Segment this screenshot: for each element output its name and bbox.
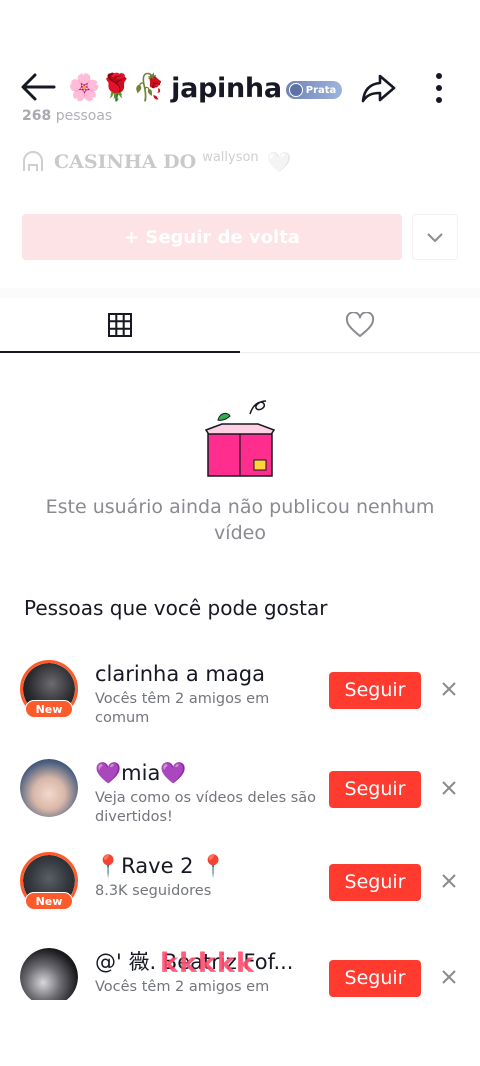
- overlay-watermark-text: kkkkk: [160, 948, 255, 979]
- badge-label: Prata: [305, 84, 337, 96]
- back-arrow-icon[interactable]: [18, 70, 58, 104]
- avatar[interactable]: [20, 759, 78, 817]
- close-icon[interactable]: [440, 779, 458, 797]
- bio-superscript: wallyson: [202, 149, 259, 165]
- followers-number: 268: [22, 108, 52, 124]
- new-badge: New: [25, 892, 73, 910]
- house-icon: [23, 151, 43, 171]
- avatar[interactable]: [20, 948, 78, 1006]
- close-icon[interactable]: [440, 680, 458, 698]
- follow-button[interactable]: Seguir: [329, 864, 421, 901]
- suggestion-reason: Vocês têm 2 amigos em: [95, 979, 270, 995]
- close-icon[interactable]: [440, 872, 458, 890]
- followers-label: pessoas: [55, 108, 113, 124]
- follow-button[interactable]: Seguir: [329, 960, 421, 997]
- suggestion-name[interactable]: 📍Rave 2 📍: [95, 852, 323, 880]
- suggestion-item[interactable]: New clarinha a maga Vocês têm 2 amigos e…: [0, 660, 480, 740]
- badge-icon: [288, 83, 303, 97]
- profile-title: 🌸🌹🥀 japinha Prata: [68, 70, 343, 106]
- follow-back-button[interactable]: + Seguir de volta: [22, 214, 402, 260]
- bio: CASINHA DO wallyson 🤍: [22, 150, 292, 174]
- bottom-blank-area: [0, 1000, 480, 1066]
- title-emojis: 🌸🌹🥀: [68, 73, 166, 103]
- grid-icon: [108, 313, 132, 337]
- tab-liked[interactable]: [240, 298, 480, 352]
- suggestion-name[interactable]: clarinha a maga: [95, 660, 323, 688]
- heart-outline-icon: [345, 312, 375, 337]
- empty-state-text: Este usuário ainda não publicou nenhum v…: [45, 496, 435, 544]
- profile-tabs: [0, 298, 480, 353]
- silver-badge[interactable]: Prata: [285, 81, 343, 99]
- followers-count[interactable]: 268 pessoas: [22, 108, 112, 124]
- more-options-icon[interactable]: [424, 70, 454, 106]
- tab-videos[interactable]: [0, 298, 240, 353]
- chevron-down-icon: [427, 233, 443, 243]
- share-icon[interactable]: [358, 70, 398, 106]
- follow-button[interactable]: Seguir: [329, 771, 421, 808]
- section-divider: [0, 288, 480, 298]
- suggestion-reason: Veja como os vídeos deles são divertidos…: [95, 790, 317, 825]
- suggested-dropdown-button[interactable]: [412, 214, 458, 260]
- suggestion-name[interactable]: 💜mia💜: [95, 759, 323, 787]
- white-heart-emoji: 🤍: [266, 150, 292, 174]
- close-icon[interactable]: [440, 968, 458, 986]
- bio-text: CASINHA DO: [54, 151, 197, 173]
- suggestion-reason: 8.3K seguidores: [95, 883, 212, 899]
- empty-box-icon: [204, 400, 276, 477]
- username: japinha: [171, 72, 282, 104]
- follow-button[interactable]: Seguir: [329, 672, 421, 709]
- new-badge: New: [25, 700, 73, 718]
- suggestions-title: Pessoas que você pode gostar: [24, 596, 328, 620]
- suggestion-item[interactable]: 💜mia💜 Veja como os vídeos deles são dive…: [0, 759, 480, 839]
- suggestion-reason: Vocês têm 2 amigos em comum: [95, 691, 270, 726]
- suggestion-item[interactable]: New 📍Rave 2 📍 8.3K seguidores Seguir: [0, 852, 480, 932]
